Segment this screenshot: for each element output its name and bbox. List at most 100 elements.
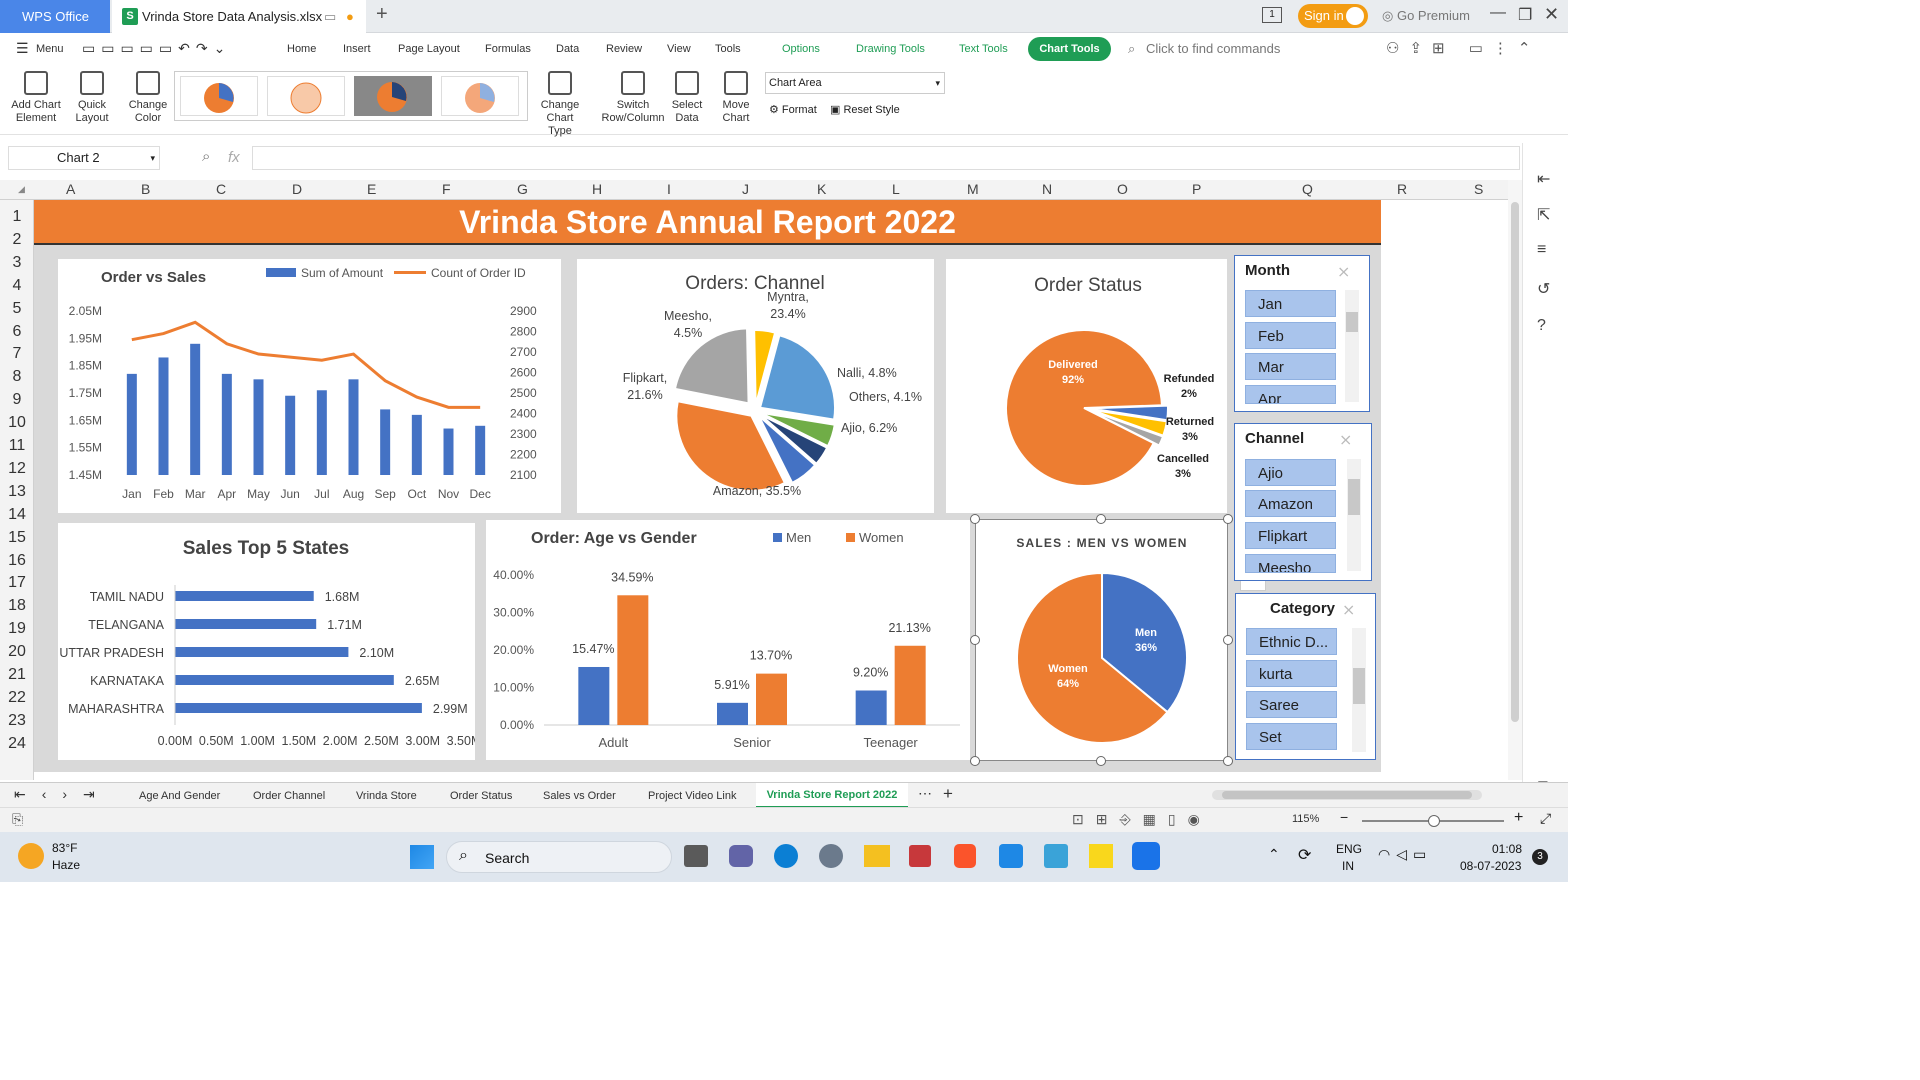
age-gender-chart[interactable]: Order: Age vs Gender Men Women 40.00% 30.…: [486, 520, 970, 760]
help-icon[interactable]: ?: [1537, 317, 1546, 335]
column-header[interactable]: H: [592, 181, 602, 197]
scroll-thumb[interactable]: [1348, 479, 1360, 515]
change-color-button[interactable]: Change Color: [126, 71, 170, 125]
edge-icon[interactable]: [774, 844, 798, 868]
zoom-level[interactable]: 115%: [1292, 813, 1319, 825]
add-chart-element-button[interactable]: Add Chart Element: [8, 71, 64, 125]
row-header[interactable]: 6: [0, 323, 34, 341]
menu-text-tools[interactable]: Text Tools: [959, 43, 1008, 55]
row-header[interactable]: 1: [0, 208, 34, 226]
formula-input[interactable]: [252, 146, 1520, 170]
close-icon[interactable]: ✕: [1544, 4, 1559, 25]
row-header[interactable]: 23: [0, 712, 34, 730]
sign-in-button[interactable]: Sign in: [1298, 4, 1368, 28]
slicer-item[interactable]: Ethnic D...: [1246, 628, 1337, 655]
menu-options[interactable]: Options: [782, 43, 820, 55]
order-status-chart[interactable]: Order Status Delivered 92% Refunded 2% Retur…: [946, 259, 1227, 513]
top-states-chart[interactable]: Sales Top 5 States TAMIL NADU 1.68M TELANG…: [58, 523, 481, 760]
menu-chart-tools[interactable]: Chart Tools: [1028, 37, 1111, 61]
sheet-tab[interactable]: Project Video Link: [648, 790, 736, 802]
sheet-tab[interactable]: Order Status: [450, 790, 512, 802]
vertical-scrollbar[interactable]: [1508, 180, 1522, 780]
sales-men-women-chart[interactable]: SALES : MEN VS WOMEN Men 36% Women 64%: [975, 519, 1228, 761]
menu-insert[interactable]: Insert: [343, 43, 371, 55]
column-header[interactable]: E: [367, 181, 376, 197]
slicer-scrollbar[interactable]: [1347, 459, 1361, 571]
column-header[interactable]: B: [141, 181, 150, 197]
change-chart-type-button[interactable]: Change Chart Type: [536, 71, 584, 138]
row-header[interactable]: 2: [0, 231, 34, 249]
column-header[interactable]: D: [292, 181, 302, 197]
select-data-button[interactable]: Select Data: [670, 71, 704, 125]
row-header[interactable]: 21: [0, 666, 34, 684]
column-header[interactable]: A: [66, 181, 75, 197]
settings-sliders-icon[interactable]: ≡: [1537, 241, 1546, 259]
column-header[interactable]: P: [1192, 181, 1201, 197]
more-tabs-icon[interactable]: ⋯: [918, 785, 932, 802]
settings-icon[interactable]: [819, 844, 843, 868]
search-icon[interactable]: ⌕: [1128, 41, 1135, 57]
quick-access-icons[interactable]: ▭▭▭▭▭↶↷⌄: [82, 40, 231, 57]
column-header[interactable]: F: [442, 181, 451, 197]
clear-filter-icon[interactable]: ⨯: [1342, 600, 1355, 620]
unsaved-dot-icon[interactable]: ●: [346, 0, 354, 33]
select-all-icon[interactable]: ◢: [18, 184, 25, 195]
resize-handle[interactable]: [970, 756, 980, 766]
teams-icon[interactable]: [729, 845, 753, 867]
hamburger-icon[interactable]: ☰: [16, 40, 29, 57]
new-tab-icon[interactable]: +: [376, 3, 388, 26]
history-icon[interactable]: ↺: [1537, 279, 1550, 299]
weather-icon[interactable]: [18, 843, 44, 869]
menu-data[interactable]: Data: [556, 43, 579, 55]
slicer-channel[interactable]: Channel ⨯ Ajio Amazon Flipkart Meesho: [1234, 423, 1372, 581]
chart-element-select[interactable]: Chart Area ▾: [765, 72, 945, 94]
slicer-item[interactable]: Meesho: [1245, 554, 1336, 573]
scroll-thumb[interactable]: [1222, 791, 1472, 799]
row-header[interactable]: 10: [0, 414, 34, 432]
column-header[interactable]: R: [1397, 181, 1407, 197]
zoom-icon[interactable]: ⌕: [202, 148, 210, 165]
slicer-item[interactable]: Apr: [1245, 385, 1336, 404]
collab-icons[interactable]: ⚇⇪⊞ ▭⋮⌃: [1386, 39, 1541, 57]
row-header[interactable]: 24: [0, 735, 34, 753]
orders-channel-chart[interactable]: Orders: Channel Myntra, 23.4% Nalli, 4.8% O…: [577, 259, 934, 513]
resize-handle[interactable]: [970, 514, 980, 524]
menu-formulas[interactable]: Formulas: [485, 43, 531, 55]
menu-review[interactable]: Review: [606, 43, 642, 55]
slicer-scrollbar[interactable]: [1352, 628, 1366, 752]
format-button[interactable]: ⚙ Format: [769, 103, 817, 116]
menu-view[interactable]: View: [667, 43, 691, 55]
clear-filter-icon[interactable]: ⨯: [1337, 262, 1350, 282]
column-header[interactable]: O: [1117, 181, 1128, 197]
column-header[interactable]: M: [967, 181, 979, 197]
quick-layout-button[interactable]: Quick Layout: [70, 71, 114, 125]
wps-office-tab[interactable]: WPS Office: [0, 0, 110, 33]
clock-time[interactable]: 01:08: [1492, 842, 1522, 856]
slicer-scrollbar[interactable]: [1345, 290, 1359, 402]
row-header[interactable]: 5: [0, 300, 34, 318]
column-header[interactable]: I: [667, 181, 671, 197]
sheet-tab[interactable]: Age And Gender: [139, 790, 220, 802]
menu-drawing-tools[interactable]: Drawing Tools: [856, 43, 925, 55]
fullscreen-icon[interactable]: ⤢: [1540, 810, 1551, 827]
taskbar-search[interactable]: ⌕ Search: [446, 841, 672, 873]
go-premium-link[interactable]: ◎ Go Premium: [1382, 8, 1470, 24]
slicer-item[interactable]: Amazon: [1245, 490, 1336, 517]
tray-chevron-icon[interactable]: ⌃: [1268, 846, 1280, 863]
column-header[interactable]: C: [216, 181, 226, 197]
select-pointer-icon[interactable]: ⇱: [1537, 205, 1550, 225]
slicer-category[interactable]: Category ⨯ Ethnic D... kurta Saree Set: [1235, 593, 1376, 760]
clear-filter-icon[interactable]: ⨯: [1339, 430, 1352, 450]
resize-handle[interactable]: [1096, 514, 1106, 524]
slicer-month[interactable]: Month ⨯ Jan Feb Mar Apr: [1234, 255, 1370, 412]
vscode-icon[interactable]: [999, 844, 1023, 868]
sheet-tab[interactable]: Vrinda Store: [356, 790, 417, 802]
sticky-notes-icon[interactable]: [1089, 844, 1113, 868]
brave-icon[interactable]: [954, 844, 976, 868]
column-header[interactable]: J: [742, 181, 749, 197]
scroll-thumb[interactable]: [1511, 202, 1519, 722]
fx-icon[interactable]: fx: [228, 149, 240, 166]
resize-handle[interactable]: [1223, 756, 1233, 766]
row-header[interactable]: 4: [0, 277, 34, 295]
slicer-item[interactable]: Saree: [1246, 691, 1337, 718]
